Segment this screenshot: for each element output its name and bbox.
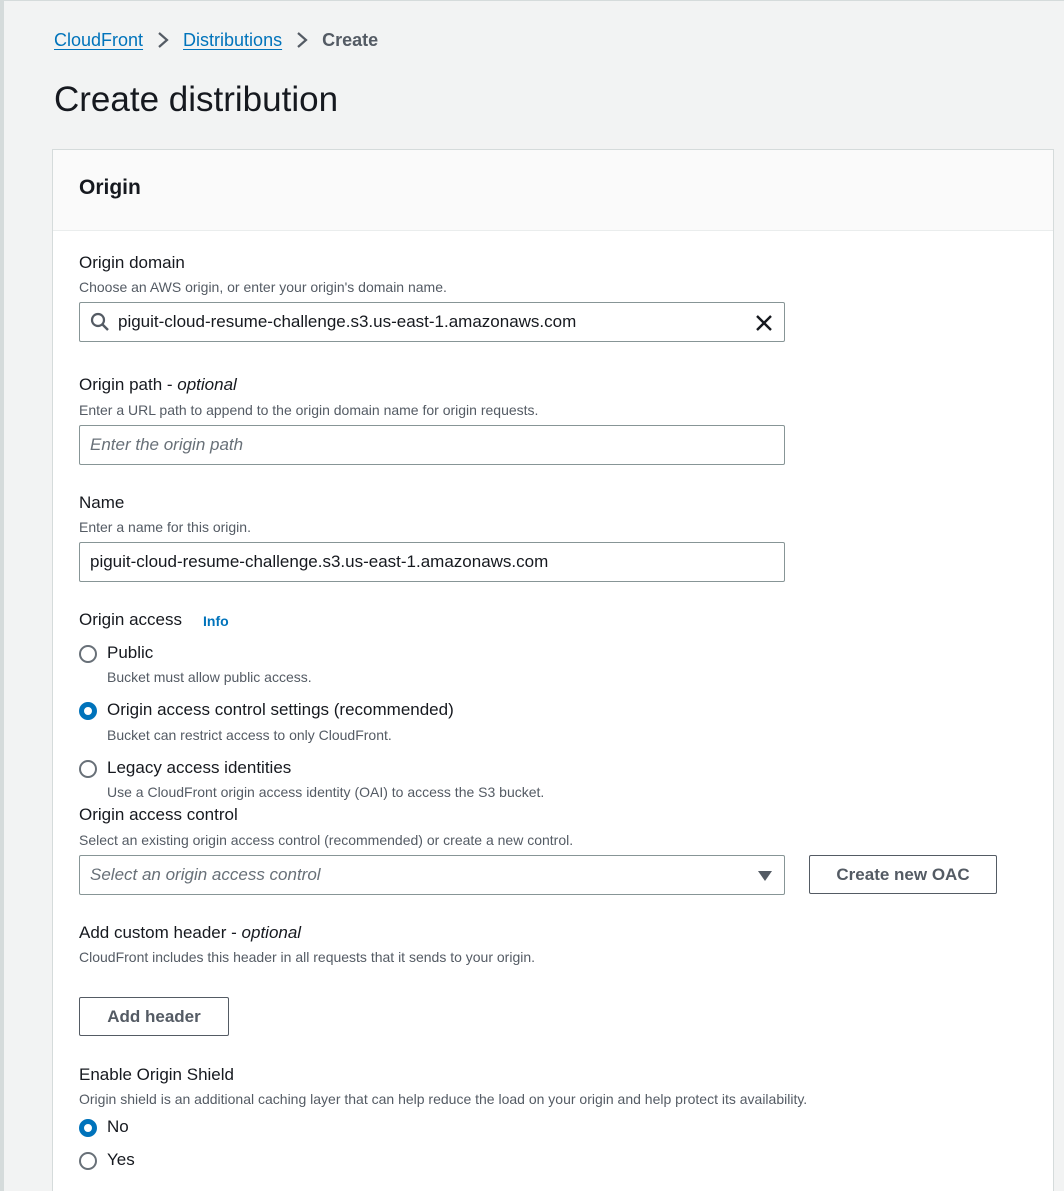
origin-access-label: Origin access xyxy=(79,610,182,629)
name-label: Name xyxy=(79,493,125,512)
name-description: Enter a name for this origin. xyxy=(79,519,251,535)
name-value: piguit-cloud-resume-challenge.s3.us-east… xyxy=(90,552,549,571)
page-top-border xyxy=(0,0,1064,1)
origin-access-control-placeholder: Select an origin access control xyxy=(90,865,321,884)
page-left-border xyxy=(0,0,4,1191)
add-header-button[interactable]: Add header xyxy=(79,997,229,1036)
custom-header-label: Add custom header - optional xyxy=(79,923,302,942)
origin-path-label: Origin path - optional xyxy=(79,375,237,394)
origin-access-public-label[interactable]: Public xyxy=(107,643,153,663)
breadcrumb-cloudfront[interactable]: CloudFront xyxy=(54,30,143,51)
origin-access-public-radio[interactable] xyxy=(79,645,97,663)
breadcrumb: CloudFront Distributions Create xyxy=(54,28,378,52)
origin-domain-input[interactable]: piguit-cloud-resume-challenge.s3.us-east… xyxy=(79,302,785,342)
origin-shield-label: Enable Origin Shield xyxy=(79,1065,234,1084)
origin-shield-no-label[interactable]: No xyxy=(107,1117,129,1137)
origin-shield-description: Origin shield is an additional caching l… xyxy=(79,1091,808,1107)
origin-access-oac-description: Bucket can restrict access to only Cloud… xyxy=(107,727,392,743)
chevron-right-icon xyxy=(297,32,308,48)
origin-panel: Origin Origin domain Choose an AWS origi… xyxy=(52,149,1054,1191)
origin-path-input[interactable]: Enter the origin path xyxy=(79,425,785,465)
origin-path-placeholder: Enter the origin path xyxy=(90,435,244,454)
origin-domain-label: Origin domain xyxy=(79,253,185,272)
name-input[interactable]: piguit-cloud-resume-challenge.s3.us-east… xyxy=(79,542,785,582)
custom-header-description: CloudFront includes this header in all r… xyxy=(79,949,536,965)
page-title: Create distribution xyxy=(54,80,339,119)
origin-shield-yes-radio[interactable] xyxy=(79,1152,97,1170)
origin-access-info-link[interactable]: Info xyxy=(203,613,229,629)
origin-access-oac-radio[interactable] xyxy=(79,702,97,720)
panel-title: Origin xyxy=(79,176,141,199)
create-new-oac-button[interactable]: Create new OAC xyxy=(809,855,997,894)
origin-access-oac-label[interactable]: Origin access control settings (recommen… xyxy=(107,700,454,720)
close-icon[interactable] xyxy=(754,313,774,333)
panel-header: Origin xyxy=(53,150,1053,231)
chevron-right-icon xyxy=(158,32,169,48)
caret-down-icon xyxy=(758,871,772,881)
origin-access-control-select[interactable]: Select an origin access control xyxy=(79,855,785,895)
breadcrumb-current: Create xyxy=(322,29,379,50)
origin-shield-no-radio[interactable] xyxy=(79,1119,97,1137)
origin-access-control-label: Origin access control xyxy=(79,805,238,824)
origin-shield-yes-label[interactable]: Yes xyxy=(107,1150,135,1170)
origin-domain-description: Choose an AWS origin, or enter your orig… xyxy=(79,279,447,295)
origin-access-legacy-description: Use a CloudFront origin access identity … xyxy=(107,784,545,800)
origin-path-description: Enter a URL path to append to the origin… xyxy=(79,402,539,418)
origin-access-legacy-radio[interactable] xyxy=(79,760,97,778)
origin-access-control-description: Select an existing origin access control… xyxy=(79,832,574,848)
search-icon xyxy=(90,312,109,331)
breadcrumb-distributions[interactable]: Distributions xyxy=(183,30,282,51)
origin-access-public-description: Bucket must allow public access. xyxy=(107,669,312,685)
origin-access-legacy-label[interactable]: Legacy access identities xyxy=(107,758,291,778)
origin-domain-value: piguit-cloud-resume-challenge.s3.us-east… xyxy=(118,312,577,331)
